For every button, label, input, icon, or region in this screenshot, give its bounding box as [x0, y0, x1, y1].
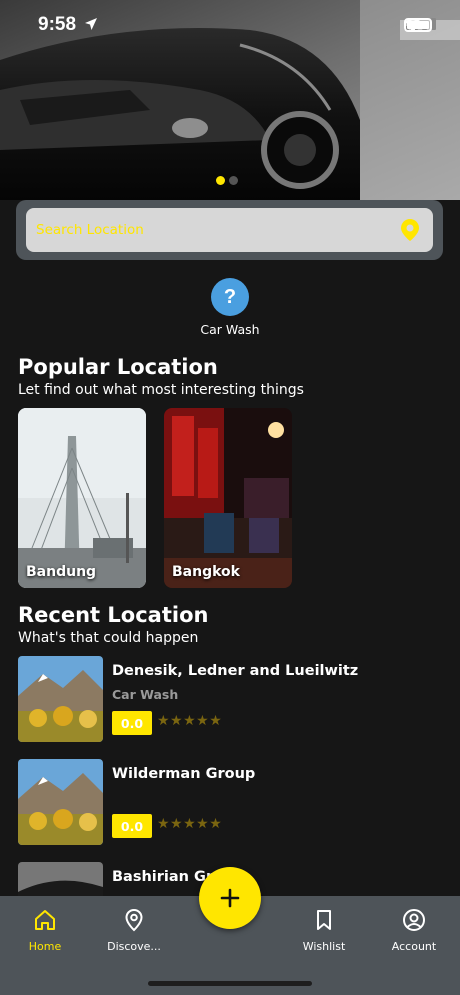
location-name: Wilderman Group [112, 766, 256, 782]
question-icon: ? [211, 278, 249, 316]
carousel-indicator [216, 176, 238, 185]
star-rating: ★★★★★ [157, 816, 223, 832]
add-button[interactable] [199, 867, 261, 929]
recent-title: Recent Location [18, 603, 209, 627]
nav-discover[interactable]: Discove... [99, 908, 169, 953]
map-pin-icon [125, 908, 143, 932]
popular-title: Popular Location [18, 355, 218, 379]
popular-subtitle: Let find out what most interesting thing… [18, 382, 304, 398]
card-title: Bandung [26, 564, 97, 580]
popular-card-bandung[interactable]: Bandung [18, 408, 146, 588]
carousel-dot[interactable] [229, 176, 238, 185]
bangkok-photo [164, 408, 292, 588]
home-indicator[interactable] [148, 981, 312, 986]
status-bar: 9:58 [0, 14, 460, 40]
nav-home[interactable]: Home [10, 908, 80, 953]
category-car-wash[interactable]: ? Car Wash [196, 278, 264, 337]
rating-badge: 0.0 [112, 711, 152, 735]
search-container [16, 200, 443, 260]
plus-icon [220, 888, 240, 908]
location-thumbnail [18, 759, 103, 845]
search-bar[interactable] [26, 208, 433, 252]
home-icon [35, 910, 55, 930]
account-icon [403, 909, 425, 931]
nav-wishlist[interactable]: Wishlist [289, 908, 359, 953]
battery-icon [404, 18, 432, 32]
location-thumbnail [18, 656, 103, 742]
status-time: 9:58 [38, 14, 77, 35]
nav-account[interactable]: Account [379, 908, 449, 953]
location-name: Bashirian Gr [112, 869, 214, 885]
popular-card-bangkok[interactable]: Bangkok [164, 408, 292, 588]
recent-subtitle: What's that could happen [18, 630, 199, 646]
location-arrow-icon [85, 18, 97, 30]
recent-item[interactable]: Wilderman Group 0.0 ★★★★★ [18, 759, 438, 845]
carousel-dot[interactable] [216, 176, 225, 185]
nav-label: Account [391, 940, 437, 953]
recent-item[interactable]: Denesik, Ledner and Lueilwitz Car Wash 0… [18, 656, 438, 742]
category-label: Car Wash [200, 322, 260, 337]
nav-label: Wishlist [302, 940, 346, 953]
location-category: Car Wash [112, 687, 179, 702]
bandung-photo [18, 408, 146, 588]
bookmark-icon [317, 910, 331, 930]
hero-banner[interactable]: 9:58 [0, 0, 460, 200]
card-title: Bangkok [172, 564, 240, 580]
star-rating: ★★★★★ [157, 713, 223, 729]
location-name: Denesik, Ledner and Lueilwitz [112, 663, 359, 679]
map-pin-icon[interactable] [401, 219, 419, 241]
nav-label: Discove... [107, 940, 161, 953]
rating-badge: 0.0 [112, 814, 152, 838]
search-input[interactable] [26, 208, 433, 252]
nav-label: Home [28, 940, 62, 953]
